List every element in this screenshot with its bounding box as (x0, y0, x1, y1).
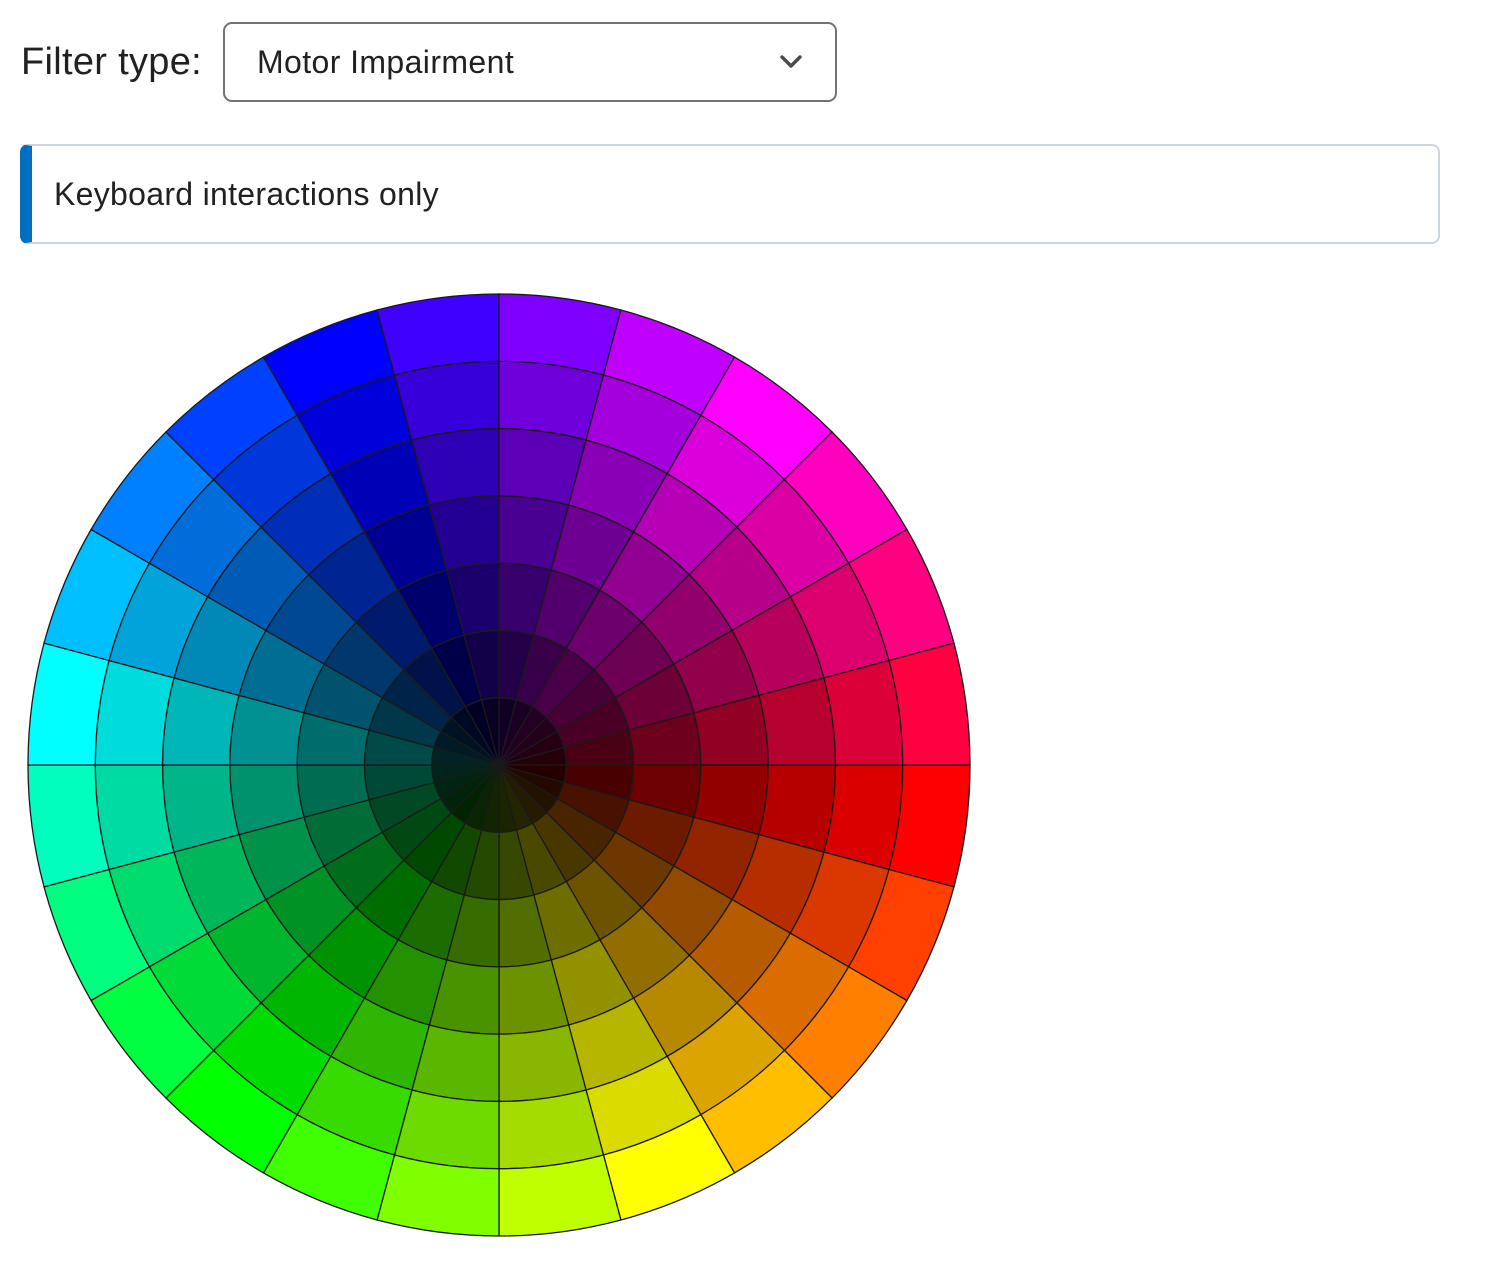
color-swatch[interactable] (498, 1089, 605, 1170)
color-swatch[interactable] (393, 360, 500, 441)
alert-message: Keyboard interactions only (54, 175, 439, 212)
color-swatch[interactable] (94, 659, 175, 766)
color-swatch[interactable] (498, 360, 605, 441)
chevron-down-icon (780, 55, 802, 68)
color-swatch[interactable] (94, 764, 175, 871)
filter-type-select[interactable]: Motor Impairment (222, 22, 837, 102)
color-swatch[interactable] (823, 764, 904, 871)
filter-type-label: Filter type: (21, 40, 202, 83)
info-alert: Keyboard interactions only (20, 144, 1440, 244)
color-wheel[interactable] (26, 292, 972, 1238)
filter-type-selected-value: Motor Impairment (256, 43, 515, 80)
filter-row: Filter type: Motor Impairment (21, 20, 837, 104)
color-swatch[interactable] (393, 1089, 500, 1170)
color-swatch[interactable] (823, 659, 904, 766)
